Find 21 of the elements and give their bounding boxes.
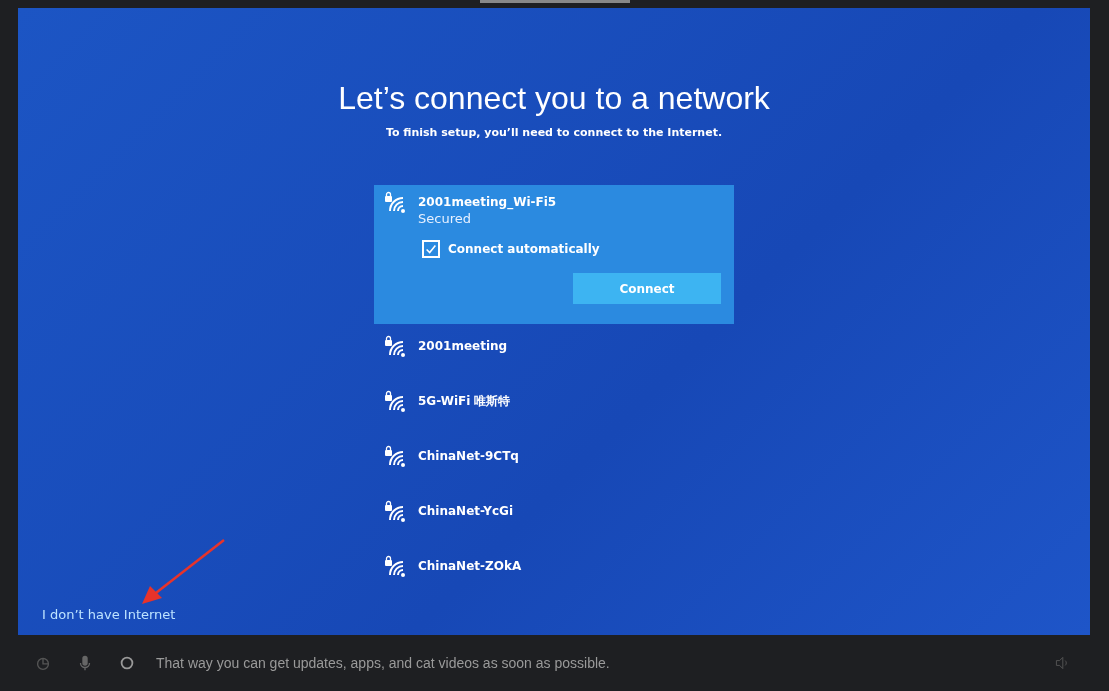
no-internet-link[interactable]: I don’t have Internet xyxy=(42,607,176,622)
page-subtitle: To finish setup, you’ll need to connect to the Internet. xyxy=(385,126,723,139)
network-item-selected[interactable]: 2001meeting_Wi-Fi5 Secured Connect automatically Connect xyxy=(374,185,734,324)
network-name: ChinaNet-9CTq xyxy=(418,448,519,464)
checkbox-label: Connect automatically xyxy=(448,242,600,256)
network-name: 2001meeting xyxy=(418,338,508,354)
speaker-icon[interactable] xyxy=(1054,655,1070,671)
network-name: ChinaNet-YcGi xyxy=(418,503,513,519)
network-name: ChinaNet-ZOkA xyxy=(418,558,522,574)
circle-icon[interactable] xyxy=(118,654,136,672)
page-title: Let’s connect you to a network xyxy=(338,79,770,118)
narration-caption: That way you can get updates, apps, and cat videos as soon as possible. xyxy=(156,655,610,671)
network-item[interactable]: 5G-WiFi 唯斯特 xyxy=(374,384,734,427)
checkbox[interactable] xyxy=(422,240,440,258)
network-name: 5G-WiFi 唯斯特 xyxy=(418,393,511,409)
network-item[interactable]: ChinaNet-9CTq xyxy=(374,439,734,482)
network-status: Secured xyxy=(418,210,472,228)
network-item[interactable]: 2001meeting xyxy=(374,329,734,372)
network-item[interactable]: ChinaNet-YcGi xyxy=(374,494,734,537)
network-name: 2001meeting_Wi-Fi5 xyxy=(418,194,557,210)
network-item[interactable]: ChinaNet-ZOkA xyxy=(374,549,734,592)
